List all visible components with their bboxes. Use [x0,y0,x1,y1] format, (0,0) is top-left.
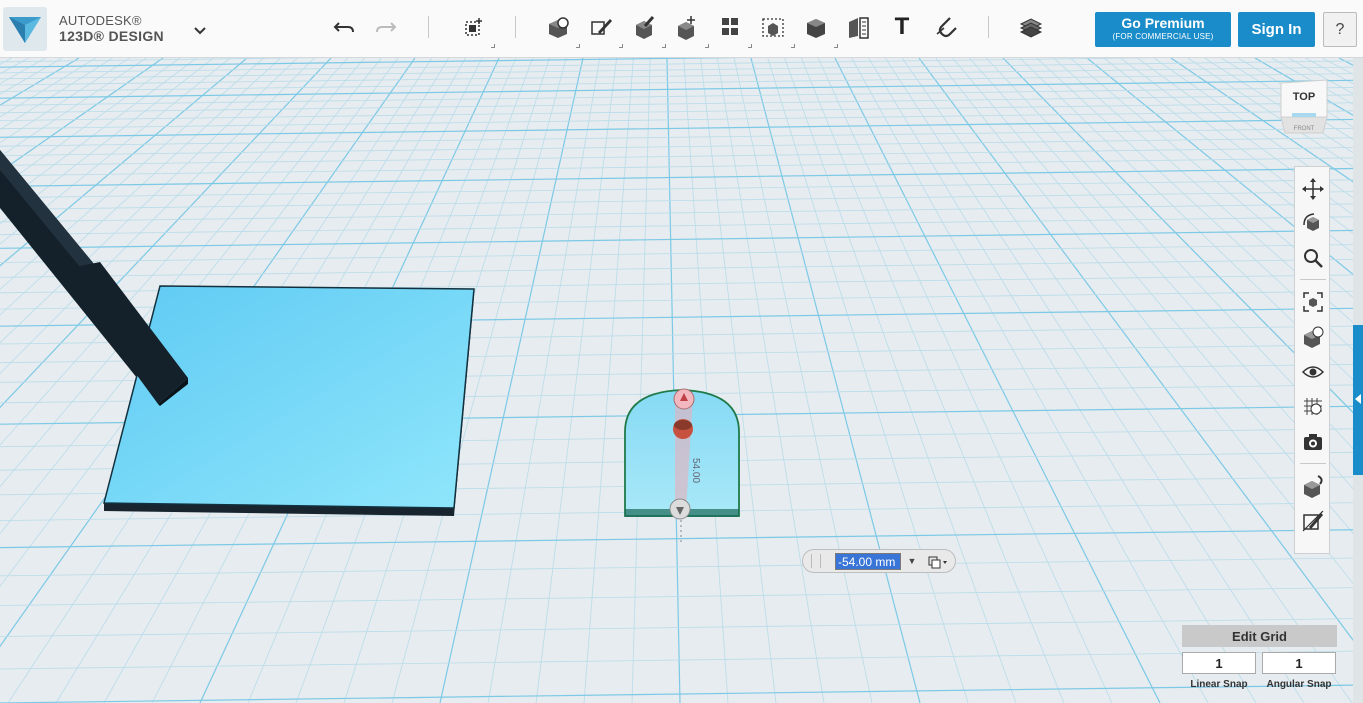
chevron-left-icon [1355,394,1361,404]
app-logo-icon[interactable] [3,7,47,51]
submenu-indicator [576,44,580,48]
grid-material-icon [1304,398,1322,415]
drag-handle[interactable] [811,554,821,568]
copy-mode-icon [928,556,947,568]
app-window: AUTODESK® 123D® DESIGN T Go Premium (FOR… [0,0,1363,703]
text-tool-glyph: T [894,13,910,40]
pattern-icon [722,18,738,35]
brand-company: AUTODESK® [59,13,142,28]
transform-button[interactable] [455,10,495,48]
pan-button[interactable] [1299,175,1327,203]
view-mode-icon [1304,326,1324,348]
measure-button[interactable] [841,10,877,44]
help-button[interactable]: ? [1323,12,1357,47]
submenu-indicator [791,44,795,48]
submenu-indicator [491,44,495,48]
pan-icon [1302,178,1324,200]
materials-button[interactable] [1013,10,1049,44]
submenu-indicator [748,44,752,48]
combine-button[interactable] [798,10,838,48]
primitives-icon [549,17,569,38]
toolbar-divider [515,16,516,38]
submenu-indicator [705,44,709,48]
hide-sketch-icon [1302,510,1324,532]
view-mode-button[interactable] [1299,323,1327,351]
top-toolbar: AUTODESK® 123D® DESIGN T Go Premium (FOR… [0,0,1363,58]
extrude-dimension-label: 54.00 [690,458,701,483]
go-premium-label: Go Premium [1121,15,1205,31]
grid-material-button[interactable] [1299,393,1327,421]
go-premium-button[interactable]: Go Premium (FOR COMMERCIAL USE) [1095,12,1231,47]
modify-button[interactable] [669,10,709,48]
submenu-indicator [619,44,623,48]
viewcube-top-label[interactable]: TOP [1278,91,1330,103]
sign-in-button[interactable]: Sign In [1238,12,1315,47]
sketch-button[interactable] [583,10,623,48]
angular-snap-field[interactable]: 1 [1262,652,1336,674]
linear-snap-label: Linear Snap [1190,679,1248,690]
orbit-icon [1303,213,1319,231]
text-button[interactable]: T [884,10,920,44]
zoom-button[interactable] [1299,244,1327,272]
chevron-down-icon[interactable] [190,22,210,38]
angular-snap-label: Angular Snap [1266,679,1332,690]
redo-button[interactable] [368,10,404,44]
redo-icon [376,22,397,33]
toolbar-divider [988,16,989,38]
viewcube[interactable]: FRONT [1278,77,1330,135]
transform-icon [465,18,482,36]
linear-snap-field[interactable]: 1 [1182,652,1256,674]
navigation-toolbar [1294,166,1330,554]
sketch-icon [591,19,612,35]
brand-product: 123D® DESIGN [59,28,164,44]
combine-icon [807,19,825,38]
materials-icon [1019,18,1043,38]
hide-sketch-button[interactable] [1299,507,1327,535]
grouping-button[interactable] [755,10,795,48]
screenshot-icon [1304,434,1322,450]
construct-icon [636,16,655,39]
toolbar-divider [428,16,429,38]
dimension-input-widget: ▼ [802,549,956,573]
construct-button[interactable] [626,10,666,48]
screenshot-button[interactable] [1299,428,1327,456]
edit-grid-button[interactable]: Edit Grid [1182,625,1337,647]
units-dropdown-button[interactable]: ▼ [906,555,918,567]
fit-icon [1303,292,1323,312]
grouping-icon [762,18,784,37]
visibility-button[interactable] [1299,358,1327,386]
snap-button[interactable] [927,10,963,44]
snap-icon [936,17,957,38]
orbit-button[interactable] [1299,209,1327,237]
go-premium-sublabel: (FOR COMMERCIAL USE) [1112,32,1214,41]
dimension-mode-button[interactable] [924,553,952,570]
snap-object-button[interactable] [1299,472,1327,500]
undo-icon [333,22,354,33]
zoom-icon [1304,249,1323,268]
measure-icon [849,17,869,39]
modify-icon [678,16,695,40]
submenu-indicator [834,44,838,48]
navbar-divider [1300,279,1326,280]
primitives-button[interactable] [540,10,580,48]
viewcube-front-label: FRONT [1294,126,1315,132]
submenu-indicator [662,44,666,48]
pattern-button[interactable] [712,10,752,48]
snap-object-icon [1304,475,1323,498]
dimension-value-input[interactable] [835,553,901,570]
navbar-divider [1300,463,1326,464]
fit-button[interactable] [1299,288,1327,316]
scene-canvas[interactable]: 54.00 [0,58,1363,703]
3d-viewport[interactable]: 54.00 [0,58,1363,703]
undo-button[interactable] [326,10,362,44]
visibility-icon [1301,366,1325,378]
